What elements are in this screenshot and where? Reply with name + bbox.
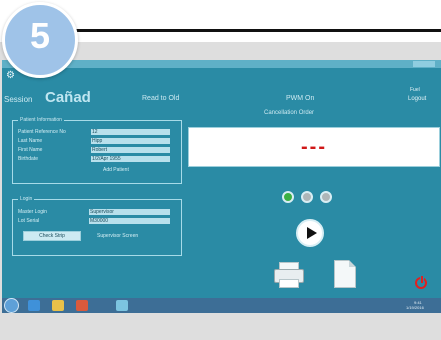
patient-ref-input[interactable]: 12: [91, 129, 170, 135]
app-taskbar-icon[interactable]: [116, 300, 128, 311]
media-icon[interactable]: [76, 300, 88, 311]
header-status: Read to Old: [142, 95, 180, 102]
result-value: ---: [301, 136, 327, 158]
app-window: ⚙ Session Cañad Read to Old PWM On Cance…: [2, 60, 441, 313]
folder-icon[interactable]: [52, 300, 64, 311]
window-controls[interactable]: [413, 61, 435, 67]
start-button[interactable]: [296, 219, 324, 247]
logout-caption: Fuel: [410, 87, 420, 93]
header-mode: PWM On: [286, 95, 315, 102]
last-name-label: Last Name: [18, 138, 43, 144]
header-rule: [74, 29, 441, 32]
play-icon: [307, 227, 317, 239]
patient-info-panel: Patient Information Patient Reference No…: [12, 117, 182, 184]
taskbar: 9:41 1/19/2016: [2, 298, 441, 313]
settings-icon[interactable]: ⚙: [6, 70, 15, 81]
lot-serial-label: Lot Serial: [18, 218, 40, 224]
add-patient-link[interactable]: Add Patient: [103, 167, 129, 173]
first-name-label: First Name: [18, 147, 43, 153]
login-panel: Login Master Login Supervisor Lot Serial…: [12, 196, 182, 256]
result-display: ---: [188, 127, 440, 167]
status-led-grey: [320, 191, 332, 203]
header-subtitle: Cancellation Order: [264, 110, 315, 116]
master-login-input[interactable]: Supervisor: [89, 209, 170, 215]
step-number: 5: [29, 15, 51, 56]
document-icon: [349, 260, 356, 267]
browser-icon[interactable]: [28, 300, 40, 311]
first-name-input[interactable]: Robert: [91, 147, 170, 153]
power-icon: [420, 275, 424, 284]
start-button-icon[interactable]: [4, 298, 19, 313]
status-led-green: [282, 191, 294, 203]
power-button[interactable]: [415, 275, 427, 289]
master-login-label: Master Login: [18, 209, 47, 215]
session-label: Session: [4, 95, 33, 104]
tray-date: 1/19/2016: [406, 305, 424, 310]
step-badge: 5: [2, 2, 78, 78]
birthdate-label: Birthdate: [18, 156, 39, 162]
document-button[interactable]: [334, 260, 356, 288]
birthdate-input[interactable]: 1/2/Apr 1955: [91, 156, 170, 162]
supervisor-screen-link[interactable]: Supervisor Screen: [97, 233, 138, 239]
logout-button[interactable]: Logout: [408, 96, 426, 102]
patient-panel-title: Patient Information: [18, 117, 64, 123]
patient-ref-label: Patient Reference No: [18, 129, 66, 135]
last-name-input[interactable]: Hipp: [91, 138, 170, 144]
check-strip-button[interactable]: Check Strip: [23, 231, 81, 241]
lot-serial-input[interactable]: M30000: [89, 218, 170, 224]
login-panel-title: Login: [18, 196, 35, 202]
app-title: Cañad: [45, 89, 91, 106]
print-button[interactable]: [274, 262, 304, 288]
status-led-grey: [301, 191, 313, 203]
